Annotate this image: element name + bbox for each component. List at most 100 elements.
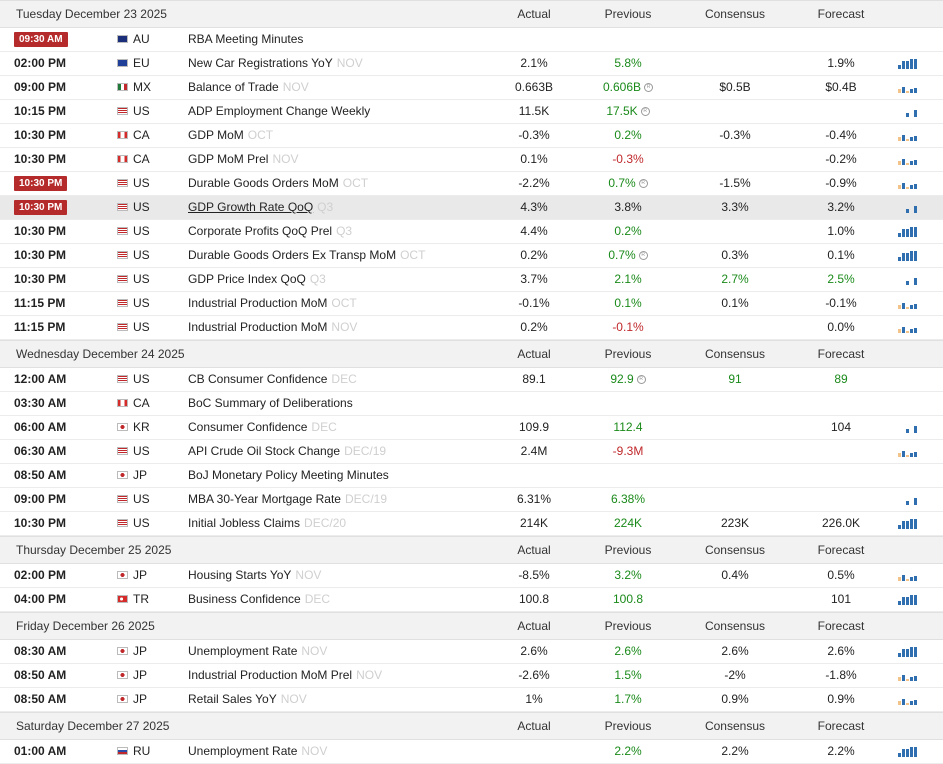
event-row[interactable]: 10:30 PM US Corporate Profits QoQ Prel Q3 4.… — [0, 220, 943, 244]
event-row[interactable]: 10:30 PM US Durable Goods Orders Ex Transp… — [0, 244, 943, 268]
trend-sparkline-icon[interactable] — [897, 644, 919, 658]
event-title[interactable]: GDP MoM Prel — [188, 152, 268, 166]
event-row[interactable]: 09:30 AM AU RBA Meeting Minutes — [0, 28, 943, 52]
event-name[interactable]: Housing Starts YoY NOV — [188, 564, 321, 587]
event-name[interactable]: RBA Meeting Minutes — [188, 28, 303, 51]
event-name[interactable]: Durable Goods Orders Ex Transp MoM OCT — [188, 244, 425, 267]
event-row[interactable]: 10:30 PM US GDP Growth Rate QoQ Q3 4.3% 3.8% 3… — [0, 196, 943, 220]
event-title[interactable]: API Crude Oil Stock Change — [188, 444, 340, 458]
event-row[interactable]: 06:00 AM KR Consumer Confidence DEC 109.9 112… — [0, 416, 943, 440]
event-name[interactable]: GDP Growth Rate QoQ Q3 — [188, 196, 333, 219]
event-name[interactable]: Industrial Production MoM NOV — [188, 316, 357, 339]
trend-sparkline-icon[interactable] — [897, 224, 919, 238]
event-row[interactable]: 08:50 AM JP Industrial Production MoM Prel… — [0, 664, 943, 688]
event-title[interactable]: BoJ Monetary Policy Meeting Minutes — [188, 468, 389, 482]
event-name[interactable]: Consumer Confidence DEC — [188, 416, 337, 439]
event-title[interactable]: New Car Registrations YoY — [188, 56, 333, 70]
trend-sparkline-icon[interactable] — [897, 320, 919, 334]
event-title[interactable]: Consumer Confidence — [188, 420, 307, 434]
trend-sparkline-icon[interactable] — [897, 176, 919, 190]
event-row[interactable]: 03:30 AM CA BoC Summary of Deliberations — [0, 392, 943, 416]
event-title[interactable]: Industrial Production MoM Prel — [188, 668, 352, 682]
trend-sparkline-icon[interactable] — [897, 56, 919, 70]
event-title[interactable]: Corporate Profits QoQ Prel — [188, 224, 332, 238]
event-name[interactable]: Unemployment Rate NOV — [188, 640, 327, 663]
event-title[interactable]: RBA Meeting Minutes — [188, 32, 303, 46]
trend-sparkline-icon[interactable] — [897, 492, 919, 506]
event-row[interactable]: 04:00 PM TR Business Confidence DEC 100.8 100… — [0, 588, 943, 612]
event-row[interactable]: 10:30 PM US Initial Jobless Claims DEC/20 21… — [0, 512, 943, 536]
event-title[interactable]: GDP Price Index QoQ — [188, 272, 306, 286]
event-name[interactable]: GDP Price Index QoQ Q3 — [188, 268, 326, 291]
trend-sparkline-icon[interactable] — [897, 668, 919, 682]
trend-sparkline-icon[interactable] — [897, 444, 919, 458]
trend-sparkline-icon[interactable] — [897, 272, 919, 286]
trend-sparkline-icon[interactable] — [897, 248, 919, 262]
trend-sparkline-icon[interactable] — [897, 592, 919, 606]
event-row[interactable]: 08:50 AM JP Retail Sales YoY NOV 1% 1.7% 0.9% 0… — [0, 688, 943, 712]
event-title[interactable]: GDP Growth Rate QoQ — [188, 200, 313, 214]
event-title[interactable]: Business Confidence — [188, 592, 301, 606]
event-name[interactable]: GDP MoM OCT — [188, 124, 273, 147]
event-name[interactable]: BoJ Monetary Policy Meeting Minutes — [188, 464, 389, 487]
trend-sparkline-icon[interactable] — [897, 744, 919, 758]
event-title[interactable]: MBA 30-Year Mortgage Rate — [188, 492, 341, 506]
trend-sparkline-icon[interactable] — [897, 128, 919, 142]
event-name[interactable]: API Crude Oil Stock Change DEC/19 — [188, 440, 386, 463]
trend-sparkline-icon[interactable] — [897, 296, 919, 310]
event-title[interactable]: ADP Employment Change Weekly — [188, 104, 370, 118]
event-title[interactable]: Unemployment Rate — [188, 644, 297, 658]
event-name[interactable]: ADP Employment Change Weekly — [188, 100, 370, 123]
event-title[interactable]: CB Consumer Confidence — [188, 372, 327, 386]
event-title[interactable]: Industrial Production MoM — [188, 296, 327, 310]
event-name[interactable]: GDP MoM Prel NOV — [188, 148, 298, 171]
trend-sparkline-icon[interactable] — [897, 420, 919, 434]
event-name[interactable]: Unemployment Rate NOV — [188, 740, 327, 763]
event-row[interactable]: 08:30 AM JP Unemployment Rate NOV 2.6% 2.6% 2.… — [0, 640, 943, 664]
event-name[interactable]: CB Consumer Confidence DEC — [188, 368, 357, 391]
event-row[interactable]: 10:30 PM CA GDP MoM OCT -0.3% 0.2% -0.3% -0.4% — [0, 124, 943, 148]
event-title[interactable]: Initial Jobless Claims — [188, 516, 300, 530]
event-name[interactable]: Retail Sales YoY NOV — [188, 688, 307, 711]
trend-sparkline-icon[interactable] — [897, 692, 919, 706]
event-row[interactable]: 10:30 PM US GDP Price Index QoQ Q3 3.7% 2.1% 2… — [0, 268, 943, 292]
event-row[interactable]: 10:30 PM CA GDP MoM Prel NOV 0.1% -0.3% -0.2% — [0, 148, 943, 172]
event-title[interactable]: GDP MoM — [188, 128, 244, 142]
event-name[interactable]: Industrial Production MoM Prel NOV — [188, 664, 382, 687]
event-title[interactable]: BoC Summary of Deliberations — [188, 396, 353, 410]
event-title[interactable]: Unemployment Rate — [188, 744, 297, 758]
event-name[interactable]: Balance of Trade NOV — [188, 76, 309, 99]
event-row[interactable]: 10:30 PM US Durable Goods Orders MoM OCT -2.… — [0, 172, 943, 196]
event-title[interactable]: Durable Goods Orders Ex Transp MoM — [188, 248, 396, 262]
event-row[interactable]: 08:50 AM JP BoJ Monetary Policy Meeting Mi… — [0, 464, 943, 488]
event-name[interactable]: Initial Jobless Claims DEC/20 — [188, 512, 346, 535]
event-row[interactable]: 11:15 PM US Industrial Production MoM NOV 0.… — [0, 316, 943, 340]
event-row[interactable]: 02:00 PM JP Housing Starts YoY NOV -8.5% 3.2%… — [0, 564, 943, 588]
trend-sparkline-icon[interactable] — [897, 200, 919, 214]
event-name[interactable]: Industrial Production MoM OCT — [188, 292, 357, 315]
trend-sparkline-icon[interactable] — [897, 568, 919, 582]
event-row[interactable]: 02:00 PM EU New Car Registrations YoY NOV 2.… — [0, 52, 943, 76]
trend-sparkline-icon[interactable] — [897, 104, 919, 118]
event-name[interactable]: Business Confidence DEC — [188, 588, 330, 611]
trend-sparkline-icon[interactable] — [897, 152, 919, 166]
event-row[interactable]: 06:30 AM US API Crude Oil Stock Change DEC/… — [0, 440, 943, 464]
event-row[interactable]: 10:15 PM US ADP Employment Change Weekly 11… — [0, 100, 943, 124]
event-name[interactable]: New Car Registrations YoY NOV — [188, 52, 363, 75]
trend-sparkline-icon[interactable] — [897, 516, 919, 530]
event-name[interactable]: MBA 30-Year Mortgage Rate DEC/19 — [188, 488, 387, 511]
event-title[interactable]: Housing Starts YoY — [188, 568, 291, 582]
event-row[interactable]: 01:00 AM RU Unemployment Rate NOV 2.2% 2.2% 2.… — [0, 740, 943, 764]
event-row[interactable]: 09:00 PM US MBA 30-Year Mortgage Rate DEC/1… — [0, 488, 943, 512]
event-title[interactable]: Retail Sales YoY — [188, 692, 277, 706]
event-title[interactable]: Industrial Production MoM — [188, 320, 327, 334]
event-name[interactable]: Corporate Profits QoQ Prel Q3 — [188, 220, 352, 243]
event-title[interactable]: Balance of Trade — [188, 80, 279, 94]
event-row[interactable]: 09:00 PM MX Balance of Trade NOV 0.663B 0.606… — [0, 76, 943, 100]
event-title[interactable]: Durable Goods Orders MoM — [188, 176, 339, 190]
event-name[interactable]: Durable Goods Orders MoM OCT — [188, 172, 368, 195]
event-row[interactable]: 11:15 PM US Industrial Production MoM OCT -0… — [0, 292, 943, 316]
event-name[interactable]: BoC Summary of Deliberations — [188, 392, 353, 415]
trend-sparkline-icon[interactable] — [897, 80, 919, 94]
event-row[interactable]: 12:00 AM US CB Consumer Confidence DEC 89.1 9… — [0, 368, 943, 392]
